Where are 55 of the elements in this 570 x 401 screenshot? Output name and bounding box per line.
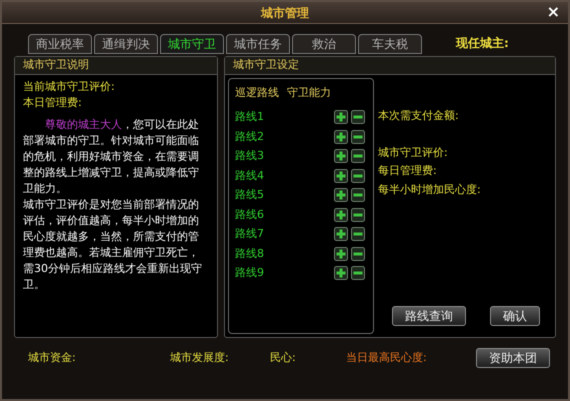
route-label: 路线5 [235, 187, 264, 203]
action-button[interactable]: 路线查询 [392, 306, 466, 326]
plus-icon[interactable] [334, 208, 348, 222]
stat-label: 当前城市守卫评价: [23, 79, 116, 95]
plus-icon[interactable] [334, 168, 348, 183]
stat-label: 本日管理费: [23, 95, 83, 111]
column-header: 守卫能力 [287, 85, 331, 101]
minus-icon[interactable] [351, 188, 365, 202]
route-label: 路线2 [235, 128, 264, 144]
minus-icon[interactable] [351, 149, 365, 164]
status-label: 当日最高民心度: [346, 350, 428, 366]
minus-icon[interactable] [351, 208, 365, 222]
plus-icon[interactable] [334, 188, 348, 202]
tab[interactable]: 车夫税 [358, 34, 422, 54]
details-paragraph: 城市守卫评价是对您当前部署情况的评估，评价值越高，每半小时增加的民心度就越多，当然，所需支付的管理费也越高。若城主雇佣守卫死亡，需30分钟后相应路线才会重新出现守卫。 [23, 197, 203, 293]
minus-icon[interactable] [351, 110, 365, 124]
tab[interactable]: 救治 [292, 34, 356, 54]
route-label: 路线4 [235, 168, 264, 184]
plus-icon[interactable] [334, 130, 348, 144]
route-label: 路线6 [235, 206, 264, 222]
plus-icon[interactable] [334, 266, 348, 280]
status-label: 城市资金: [28, 350, 77, 366]
status-label: 民心: [270, 350, 297, 366]
minus-icon[interactable] [351, 246, 365, 261]
plus-icon[interactable] [334, 149, 348, 164]
tab[interactable]: 城市任务 [226, 34, 290, 54]
minus-icon[interactable] [351, 227, 365, 242]
tab[interactable]: 城市守卫 [160, 34, 224, 54]
summary-label: 每半小时增加民心度: [378, 182, 482, 198]
status-label: 城市发展度: [170, 350, 230, 366]
summary-label: 城市守卫评价: [378, 144, 449, 160]
plus-icon[interactable] [334, 227, 348, 242]
action-button[interactable]: 确认 [490, 306, 540, 326]
column-header: 巡逻路线 [235, 85, 279, 101]
tab[interactable]: 商业税率 [28, 34, 92, 54]
route-label: 路线9 [235, 265, 264, 281]
panel-header: 城市守卫说明 [15, 57, 217, 75]
close-button[interactable]: × [546, 2, 560, 22]
minus-icon[interactable] [351, 168, 365, 183]
payment-label: 本次需支付金额: [378, 108, 460, 124]
summary-label: 每日管理费: [378, 163, 438, 179]
minus-icon[interactable] [351, 266, 365, 280]
route-label: 路线3 [235, 148, 264, 164]
intro-paragraph: 尊敬的城主大人，您可以在此处部署城市的守卫。针对城市可能面临的危机，利用好城市资金，在需要调整的路线上增减守卫，提高或降低守卫能力。 [23, 117, 200, 197]
plus-icon[interactable] [334, 246, 348, 261]
route-label: 路线7 [235, 226, 264, 242]
tab[interactable]: 通缉判决 [94, 34, 158, 54]
window-title: 城市管理 [261, 4, 309, 22]
current-lord-label: 现任城主: [456, 35, 509, 52]
action-button[interactable]: 资助本团 [476, 348, 550, 368]
minus-icon[interactable] [351, 130, 365, 144]
plus-icon[interactable] [334, 110, 348, 124]
route-label: 路线8 [235, 246, 264, 262]
route-label: 路线1 [235, 109, 264, 125]
panel-header: 城市守卫设定 [225, 57, 555, 75]
